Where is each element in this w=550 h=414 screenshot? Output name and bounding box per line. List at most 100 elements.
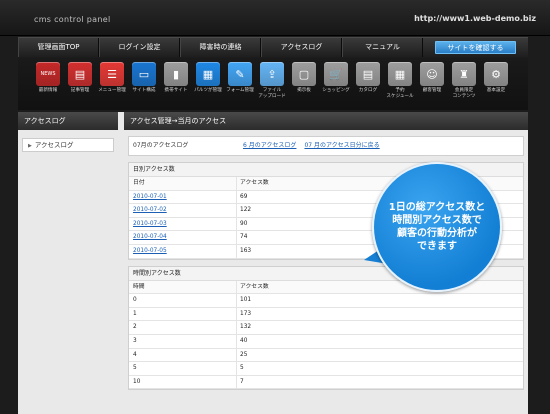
sidebar-item-label: アクセスログ — [34, 141, 74, 149]
toolbar-item-label: 予約 スケジュール — [386, 88, 414, 99]
toolbar-item-label: メニュー管理 — [98, 88, 126, 93]
nav-item-access-log[interactable]: アクセスログ — [261, 38, 342, 57]
date-link[interactable]: 2010-07-04 — [133, 234, 167, 240]
toolbar-item[interactable]: ▮ 携帯サイト — [160, 58, 192, 110]
toolbar-item-label: カタログ — [358, 88, 378, 93]
date-cell: 2010-07-01 — [129, 190, 237, 204]
access-count-cell: 101 — [240, 297, 252, 304]
news-icon: NEWS — [36, 62, 60, 86]
calendar-icon: ▦ — [388, 62, 412, 86]
table-row: 10 7 — [129, 375, 523, 390]
form-icon: ✎ — [228, 62, 252, 86]
access-count-cell: 5 — [240, 365, 244, 372]
hour-cell: 4 — [129, 348, 237, 362]
toolbar-item[interactable]: ☺ 顧客管理 — [416, 58, 448, 110]
toolbar-item[interactable]: ♜ 会員限定 コンテンツ — [448, 58, 480, 110]
toolbar-item-label: 会員限定 コンテンツ — [452, 88, 476, 99]
toolbar-item[interactable]: ✎ フォーム管理 — [224, 58, 256, 110]
callout-line: 1日の総アクセス数と — [388, 202, 486, 213]
page-title: アクセス管理→当月のアクセス — [124, 112, 528, 130]
callout-bubble: 1日の総アクセス数と 時間別アクセス数で 顧客の行動分析が できます — [372, 162, 502, 292]
month-selector: 07月のアクセスログ 6 月のアクセスログ 07 月のアクセス日分に戻る — [128, 136, 524, 156]
date-cell: 2010-07-04 — [129, 231, 237, 244]
date-link[interactable]: 2010-07-02 — [133, 207, 167, 213]
current-month-label: 07月のアクセスログ — [133, 142, 189, 149]
nav-item-failure-contact[interactable]: 障害時の連絡 — [180, 38, 261, 57]
hour-cell: 10 — [129, 375, 237, 389]
toolbar-item-label: 携帯サイト — [164, 88, 188, 93]
toolbar-item[interactable]: ⚙ 基本設定 — [480, 58, 512, 110]
hour-cell: 2 — [129, 321, 237, 334]
table-row: 55 — [129, 362, 523, 376]
toolbar-item-label: フォーム管理 — [226, 88, 254, 93]
access-count-cell: 40 — [240, 337, 248, 344]
view-site-button[interactable]: サイトを確認する — [435, 41, 516, 54]
callout-line: 時間別アクセス数で — [392, 215, 482, 226]
mobile-icon: ▮ — [164, 62, 188, 86]
table-row: 3 40 — [129, 334, 523, 349]
document-icon: ▤ — [68, 62, 92, 86]
date-cell: 2010-07-03 — [129, 217, 237, 231]
toolbar-item[interactable]: ▭ サイト構成 — [128, 58, 160, 110]
back-to-daily-link[interactable]: 07 月のアクセス日分に戻る — [304, 137, 379, 155]
nav-item-login-settings[interactable]: ログイン設定 — [99, 38, 180, 57]
access-count-cell: 7 — [240, 378, 244, 385]
catalog-icon: ▤ — [356, 62, 380, 86]
toolbar-item-label: 顧客管理 — [422, 88, 442, 93]
toolbar-item[interactable]: ☰ メニュー管理 — [96, 58, 128, 110]
toolbar-item[interactable]: ⇪ ファイル アップロード — [256, 58, 288, 110]
toolbar-item-label: 最新情報 — [38, 88, 58, 93]
sidebar-item-access-log[interactable]: ▶ アクセスログ — [22, 138, 114, 152]
table-row: 4 25 — [129, 348, 523, 363]
column-header: 時間 — [129, 280, 237, 294]
site-url: http://www1.web-demo.biz — [414, 14, 536, 23]
table-row: 2 132 — [129, 321, 523, 335]
settings-icon: ⚙ — [484, 62, 508, 86]
hour-cell: 3 — [129, 334, 237, 348]
toolbar-item[interactable]: ▦ 予約 スケジュール — [384, 58, 416, 110]
access-count-cell: 173 — [240, 310, 252, 317]
table-row: 1 173 — [129, 307, 523, 322]
upload-icon: ⇪ — [260, 62, 284, 86]
column-header: アクセス数 — [240, 283, 269, 290]
column-header: 日付 — [129, 177, 237, 190]
toolbar-item-label: パルツが管理 — [194, 88, 222, 93]
hour-cell: 0 — [129, 294, 237, 307]
app-header: cms control panel http://www1.web-demo.b… — [0, 0, 550, 36]
date-link[interactable]: 2010-07-03 — [133, 221, 167, 227]
menu-list-icon: ☰ — [100, 62, 124, 86]
nav-item-manual[interactable]: マニュアル — [342, 38, 423, 57]
table-row: 0 101 — [129, 294, 523, 308]
toolbar-item-label: 基本設定 — [486, 88, 506, 93]
toolbar-item-label: ショッピング — [322, 88, 350, 93]
hour-cell: 1 — [129, 307, 237, 321]
board-icon: ▢ — [292, 62, 316, 86]
toolbar-item-label: 掲示板 — [297, 88, 311, 93]
toolbar-item-label: ファイル アップロード — [258, 88, 286, 99]
date-link[interactable]: 2010-07-01 — [133, 194, 167, 200]
monitor-icon: ▭ — [132, 62, 156, 86]
date-link[interactable]: 2010-07-05 — [133, 248, 167, 254]
module-toolbar: NEWS 最新情報 ▤ 記事管理 ☰ メニュー管理 ▭ サイト構成 ▮ 携帯サイト ▦ パルツが管理 ✎… — [18, 58, 528, 110]
cart-icon: 🛒 — [324, 62, 348, 86]
customer-icon: ☺ — [420, 62, 444, 86]
sidebar-title: アクセスログ — [18, 112, 118, 130]
prev-month-link[interactable]: 6 月のアクセスログ — [243, 137, 296, 155]
toolbar-item[interactable]: ▤ 記事管理 — [64, 58, 96, 110]
toolbar-item-label: 記事管理 — [70, 88, 90, 93]
toolbar-item[interactable]: ▢ 掲示板 — [288, 58, 320, 110]
toolbar-item[interactable]: ▤ カタログ — [352, 58, 384, 110]
toolbar-item[interactable]: 🛒 ショッピング — [320, 58, 352, 110]
callout-line: 顧客の行動分析が — [397, 228, 477, 239]
nav-item-top[interactable]: 管理画面TOP — [18, 38, 99, 57]
app-logo: cms control panel — [34, 15, 111, 24]
toolbar-item-label: サイト構成 — [132, 88, 156, 93]
main-nav: 管理画面TOP ログイン設定 障害時の連絡 アクセスログ マニュアル サイトを確… — [18, 37, 528, 57]
toolbar-item[interactable]: NEWS 最新情報 — [32, 58, 64, 110]
members-icon: ♜ — [452, 62, 476, 86]
chevron-right-icon: ▶ — [28, 143, 32, 149]
date-cell: 2010-07-02 — [129, 204, 237, 217]
parts-icon: ▦ — [196, 62, 220, 86]
toolbar-item[interactable]: ▦ パルツが管理 — [192, 58, 224, 110]
callout-line: できます — [417, 241, 457, 252]
